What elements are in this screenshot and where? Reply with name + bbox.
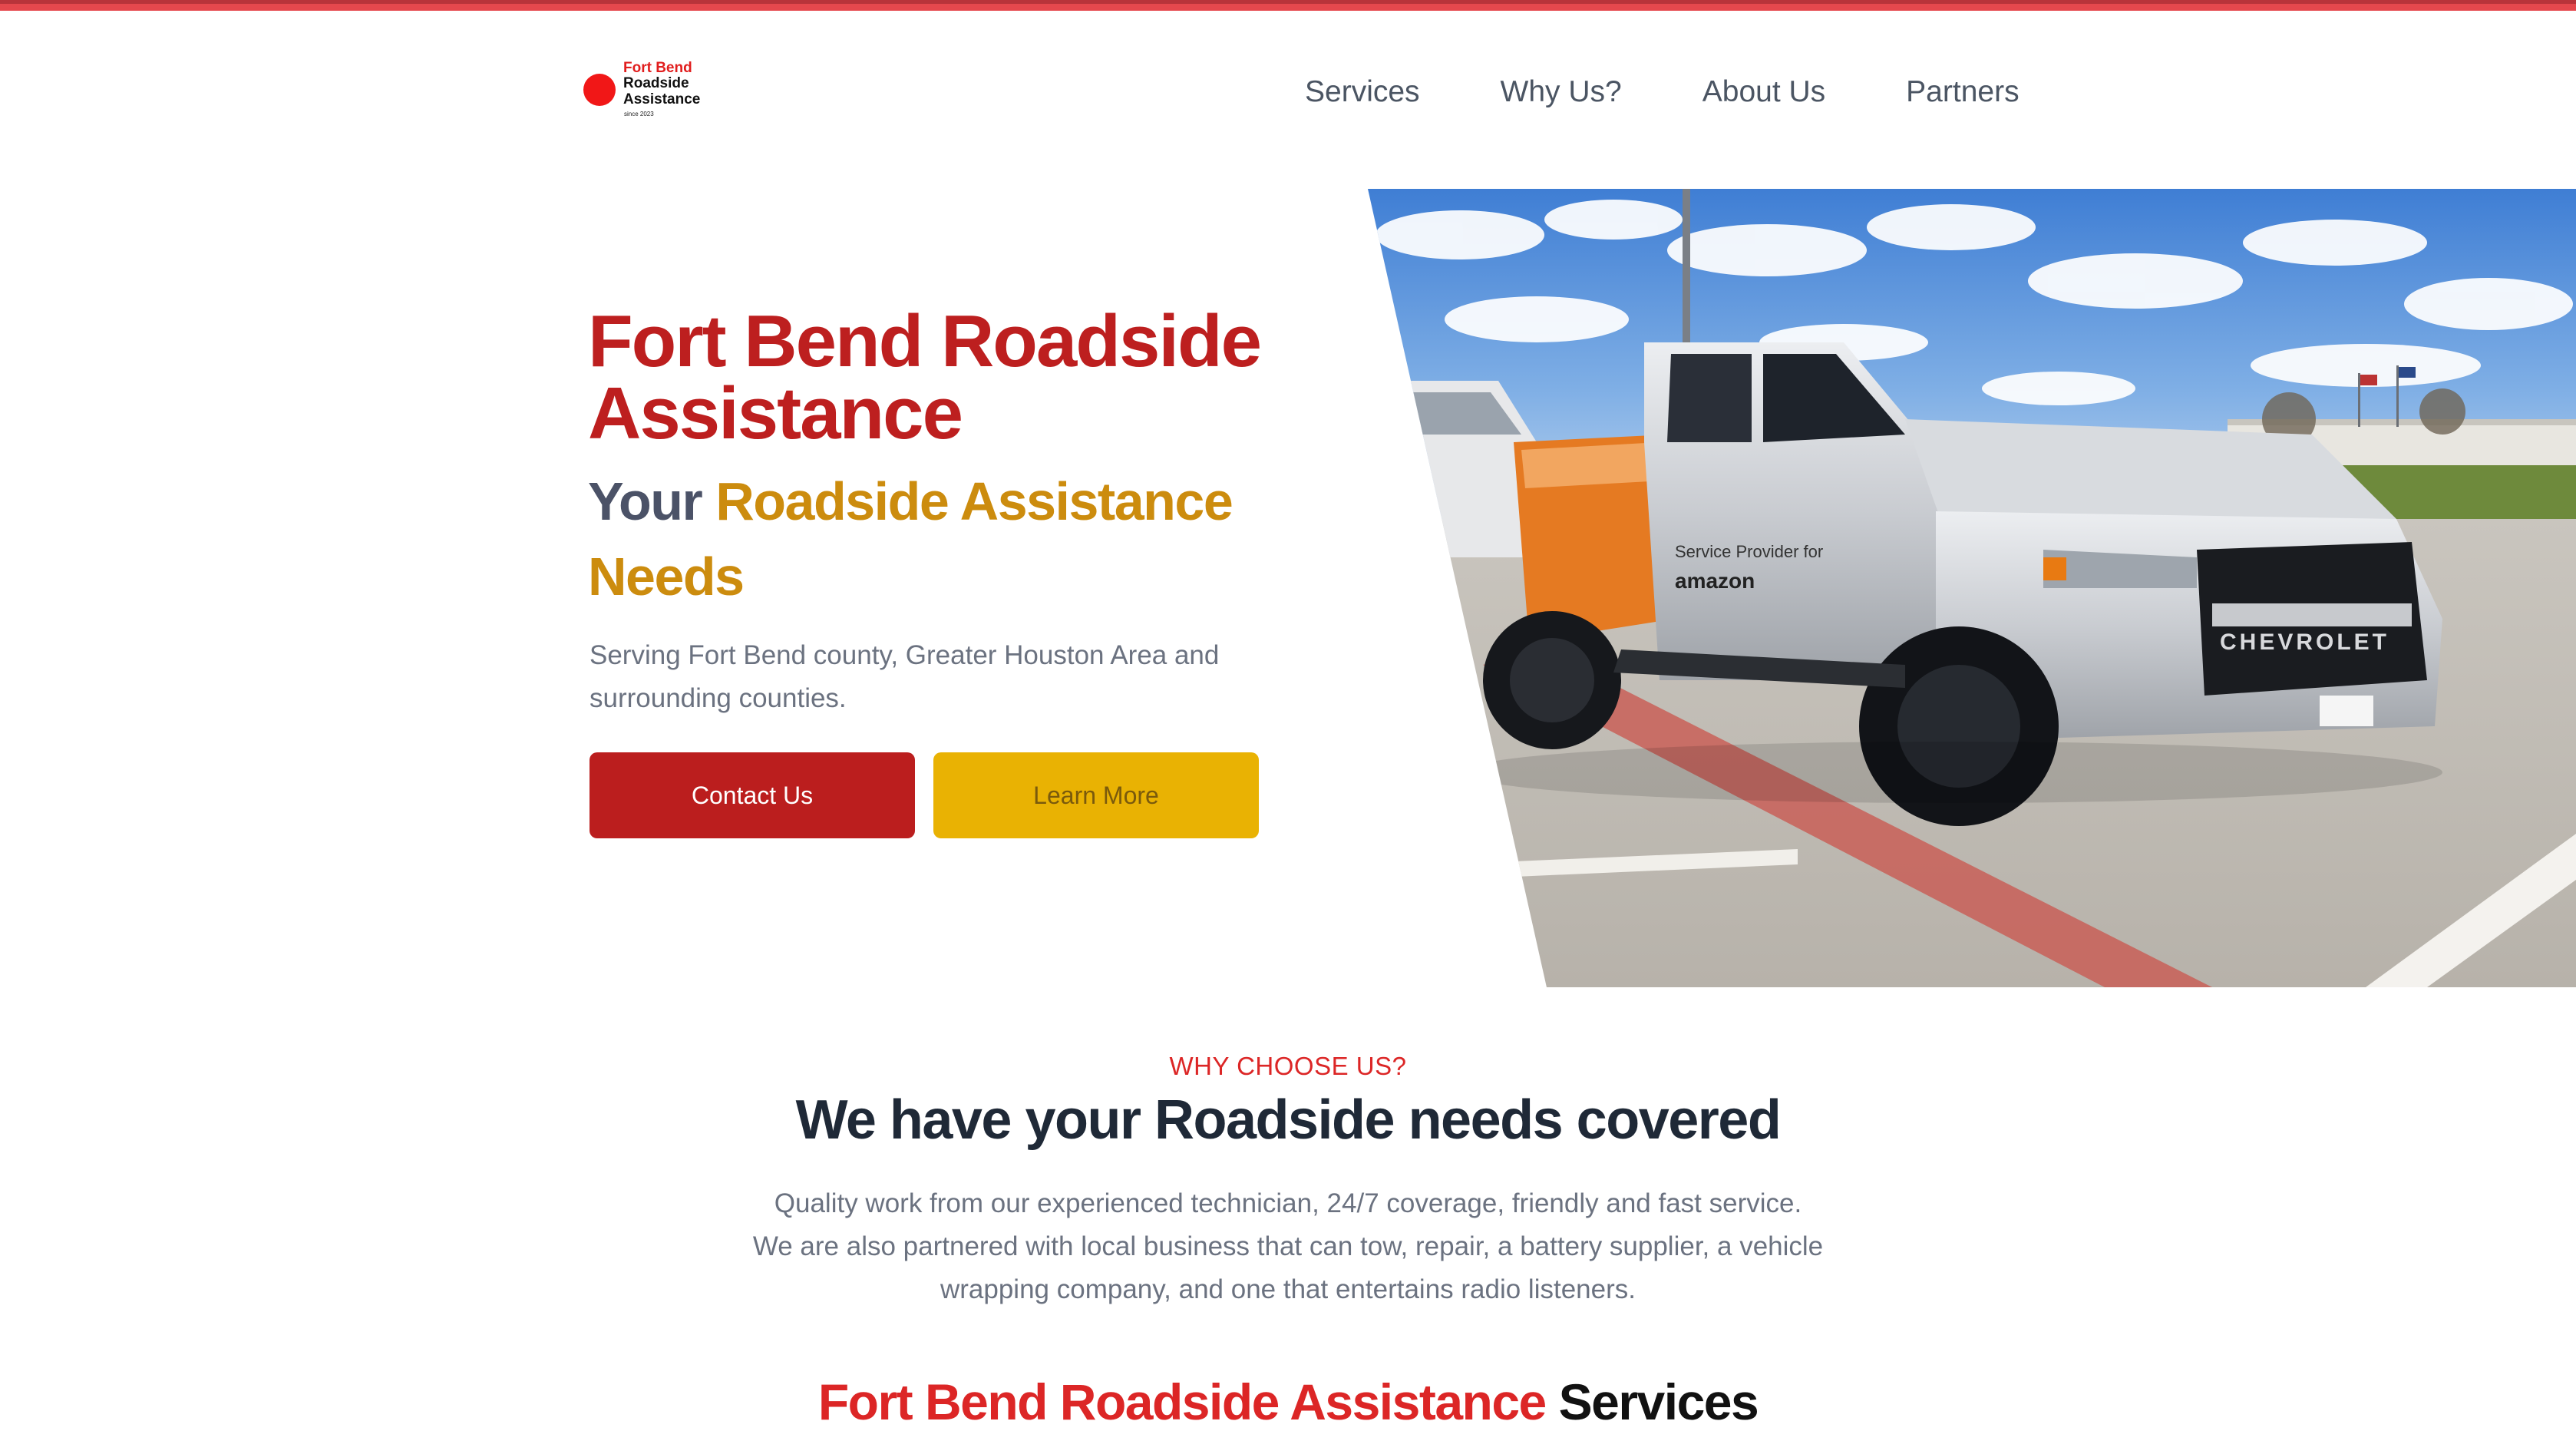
hero-subtitle: Your Roadside Assistance Needs xyxy=(588,464,1325,614)
contact-us-button[interactable]: Contact Us xyxy=(590,752,915,838)
learn-more-button[interactable]: Learn More xyxy=(933,752,1259,838)
hero-description: Serving Fort Bend county, Greater Housto… xyxy=(590,640,1220,713)
logo-dot-icon xyxy=(583,74,616,106)
svg-text:amazon: amazon xyxy=(1675,569,1755,593)
logo-text-line1: Fort Bend xyxy=(623,60,692,76)
truck-brand-text: CHEVROLET xyxy=(2220,630,2389,655)
top-accent-shade xyxy=(0,0,2576,4)
main-nav: Services Why Us? About Us Partners xyxy=(1305,69,2020,115)
services-section-title: Fort Bend Roadside Assistance Services xyxy=(0,1373,2576,1431)
why-section-description: Quality work from our experienced techni… xyxy=(752,1188,1824,1304)
hero-subtitle-lead: Your xyxy=(588,471,703,531)
why-choose-us-eyebrow: WHY CHOOSE US? xyxy=(1169,1052,1407,1080)
logo-text-line2: Roadside xyxy=(623,75,689,91)
nav-link-about-us[interactable]: About Us xyxy=(1702,75,1825,109)
site-logo[interactable]: Fort Bend Roadside Assistance since 2023 xyxy=(582,60,720,123)
logo-text-since: since 2023 xyxy=(624,111,654,117)
nav-link-why-us[interactable]: Why Us? xyxy=(1501,75,1622,109)
nav-link-services[interactable]: Services xyxy=(1305,75,1420,109)
svg-text:Service Provider for: Service Provider for xyxy=(1675,542,1823,561)
hero-truck-image: Service Provider for amazon CHEVROLET xyxy=(1368,189,2576,987)
hero-title: Fort Bend Roadside Assistance xyxy=(588,300,1262,454)
nav-link-partners[interactable]: Partners xyxy=(1906,75,2019,109)
services-title-brand: Fort Bend Roadside Assistance xyxy=(817,1373,1547,1430)
services-title-word: Services xyxy=(1558,1373,1759,1430)
logo-text-line3: Assistance xyxy=(623,91,701,107)
why-section-title: We have your Roadside needs covered xyxy=(795,1089,1782,1151)
